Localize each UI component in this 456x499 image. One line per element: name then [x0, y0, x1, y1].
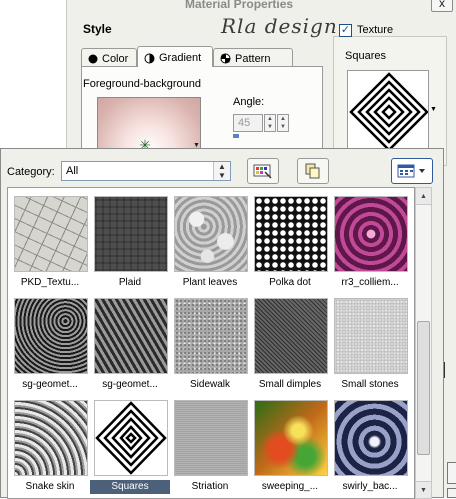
angle-spinner-alt[interactable]: ▲ ▼ [277, 114, 289, 132]
texture-thumbnail [94, 400, 168, 476]
tab-gradient[interactable]: Gradient [137, 46, 213, 67]
tab-label: Gradient [159, 52, 202, 64]
chevron-updown-icon[interactable]: ▲ ▼ [213, 162, 230, 180]
texture-caption: sweeping_... [261, 481, 319, 492]
texture-thumbnail [94, 298, 168, 374]
vertical-scrollbar[interactable]: ▲ ▼ [415, 187, 432, 499]
texture-tile[interactable]: Small dimples [250, 294, 330, 392]
texture-swatch[interactable] [347, 70, 429, 152]
texture-tile[interactable]: swirly_bac... [330, 396, 410, 494]
texture-caption: Snake skin [25, 481, 75, 492]
category-label: Category: [7, 166, 55, 178]
texture-tile[interactable]: Sidewalk [170, 294, 250, 392]
texture-caption: Striation [191, 481, 229, 492]
texture-tile[interactable]: Plaid [90, 192, 170, 290]
tab-color[interactable]: Color [81, 48, 137, 66]
color-dot-icon [88, 54, 98, 63]
angle-input[interactable]: 45 [233, 114, 263, 132]
texture-tile[interactable]: Polka dot [250, 192, 330, 290]
style-label: Style [83, 22, 112, 36]
browse-button[interactable] [247, 158, 279, 184]
texture-browser: Category: All ▲ ▼ PKD_Textu... Plaid Pla… [0, 148, 444, 499]
tab-label: Pattern [235, 52, 271, 65]
texture-caption: rr3_colliem... [341, 277, 399, 288]
gradient-name: Foreground-background [83, 78, 202, 90]
texture-caption: sg-geomet... [102, 379, 158, 390]
copy-icon [305, 163, 320, 179]
close-button[interactable]: x [431, 0, 453, 12]
texture-caption: Polka dot [269, 277, 311, 288]
texture-tile[interactable]: sg-geomet... [90, 294, 170, 392]
texture-tile-selected[interactable]: Squares [90, 396, 170, 494]
texture-thumbnail [254, 400, 328, 476]
texture-tile[interactable]: PKD_Textu... [10, 192, 90, 290]
squares-texture-preview [348, 71, 428, 151]
texture-tile[interactable]: Striation [170, 396, 250, 494]
texture-thumbnail [14, 196, 88, 272]
texture-caption: Plaid [118, 277, 142, 288]
category-select[interactable]: All [61, 161, 231, 181]
texture-thumbnail [174, 196, 248, 272]
texture-tile[interactable]: Snake skin [10, 396, 90, 494]
view-options-icon [397, 164, 425, 178]
gradient-icon [144, 53, 155, 63]
view-options-button[interactable] [391, 158, 433, 184]
texture-caption: Small stones [341, 379, 399, 390]
angle-label: Angle: [233, 96, 265, 108]
texture-caption: Sidewalk [189, 379, 231, 390]
texture-thumbnail [334, 196, 408, 272]
texture-thumbnail [254, 196, 328, 272]
texture-thumbnail [174, 400, 248, 476]
signature-watermark: Rla design [221, 14, 338, 38]
copy-button[interactable] [297, 158, 329, 184]
pattern-icon [220, 53, 231, 64]
texture-grid: PKD_Textu... Plaid Plant leaves Polka do… [7, 187, 415, 499]
texture-tile[interactable]: Plant leaves [170, 192, 250, 290]
hidden-button[interactable] [447, 462, 456, 484]
scrollbar-thumb[interactable] [417, 321, 430, 455]
scroll-up-icon[interactable]: ▲ [416, 188, 431, 205]
texture-checkbox[interactable]: ✓ [339, 24, 352, 37]
angle-spinner[interactable]: ▲ ▼ [264, 114, 276, 132]
texture-thumbnail [14, 298, 88, 374]
texture-tile[interactable]: sweeping_... [250, 396, 330, 494]
texture-thumbnail [94, 196, 168, 272]
browse-icon [253, 164, 272, 179]
texture-tile[interactable]: rr3_colliem... [330, 192, 410, 290]
texture-caption: Small dimples [258, 379, 322, 390]
texture-caption: PKD_Textu... [20, 277, 80, 288]
texture-thumbnail [334, 298, 408, 374]
texture-checkbox-label: Texture [357, 24, 394, 36]
texture-tile[interactable]: sg-geomet... [10, 294, 90, 392]
texture-tile[interactable]: Small stones [330, 294, 410, 392]
texture-thumbnail [14, 400, 88, 476]
texture-thumbnail [174, 298, 248, 374]
texture-caption: Squares [90, 480, 170, 494]
hidden-button-2[interactable] [447, 488, 456, 498]
texture-name: Squares [345, 50, 386, 62]
texture-thumbnail [254, 298, 328, 374]
tab-label: Color [102, 52, 129, 65]
dialog-title: Material Properties [185, 0, 294, 11]
texture-thumbnail [334, 400, 408, 476]
scroll-down-icon[interactable]: ▼ [416, 481, 431, 498]
texture-caption: swirly_bac... [342, 481, 398, 492]
texture-caption: sg-geomet... [22, 379, 78, 390]
texture-caption: Plant leaves [182, 277, 238, 288]
texture-dropdown-icon[interactable]: ▼ [430, 106, 437, 113]
tab-pattern[interactable]: Pattern [213, 48, 293, 66]
squares-texture-thumb [95, 401, 167, 475]
angle-slider-thumb[interactable] [233, 134, 239, 138]
